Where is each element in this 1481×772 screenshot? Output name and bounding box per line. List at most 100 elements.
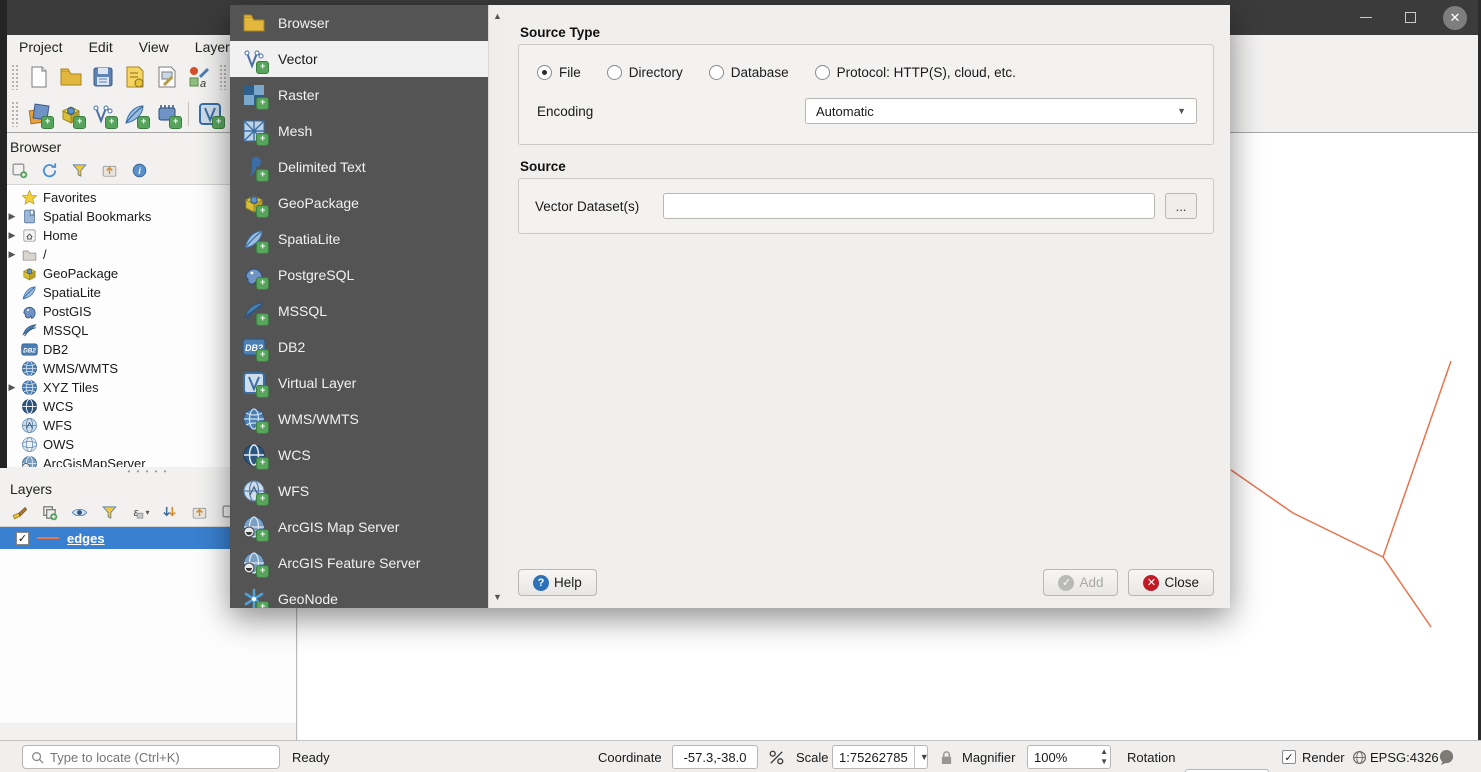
scroll-down-icon[interactable]: ▼: [493, 592, 502, 602]
add-selected-layers-button[interactable]: [8, 160, 30, 180]
open-project-button[interactable]: [55, 62, 87, 92]
tab-virtual-layer[interactable]: Virtual Layer: [230, 365, 488, 401]
message-bubble-icon: [1437, 749, 1456, 766]
menu-view[interactable]: View: [139, 39, 169, 55]
toolbar-handle[interactable]: [219, 64, 227, 90]
locate-search[interactable]: [22, 745, 280, 769]
locate-input[interactable]: [50, 750, 250, 765]
tab-delimited-text[interactable]: Delimited Text: [230, 149, 488, 185]
crs-status-button[interactable]: EPSG:4326: [1352, 741, 1439, 772]
magnifier-spinbox[interactable]: 100% ▲▼: [1027, 745, 1111, 769]
geopackage-icon: [21, 265, 38, 282]
properties-button[interactable]: i: [128, 160, 150, 180]
add-vector-layer-button[interactable]: [87, 99, 119, 129]
expand-icon[interactable]: ▶: [8, 230, 16, 241]
new-mesh-icon: [155, 102, 179, 126]
menu-project[interactable]: Project: [19, 39, 63, 55]
add-group-button[interactable]: [38, 502, 60, 522]
tab-raster[interactable]: Raster: [230, 77, 488, 113]
close-window-button[interactable]: ✕: [1443, 6, 1467, 30]
new-layout-button[interactable]: [119, 62, 151, 92]
tab-browser[interactable]: Browser: [230, 5, 488, 41]
new-virtual-layer-button[interactable]: [194, 99, 226, 129]
wms-tab-icon: [242, 407, 266, 431]
filter-by-expression-button[interactable]: ε▾: [128, 502, 150, 522]
render-toggle[interactable]: ✓ Render: [1282, 741, 1345, 772]
magnifier-label: Magnifier: [962, 741, 1015, 772]
add-button[interactable]: ✓ Add: [1043, 569, 1118, 596]
chevron-down-icon[interactable]: ▼: [914, 746, 934, 768]
style-manager-button[interactable]: a: [183, 62, 215, 92]
maximize-button[interactable]: [1399, 7, 1421, 29]
spatialite-icon: [21, 284, 38, 301]
tab-db2[interactable]: DB2DB2: [230, 329, 488, 365]
tab-wfs[interactable]: WFS: [230, 473, 488, 509]
tab-mssql[interactable]: MSSQL: [230, 293, 488, 329]
menu-layer[interactable]: Layer: [195, 39, 230, 55]
tab-wcs[interactable]: WCS: [230, 437, 488, 473]
close-dialog-button[interactable]: ✕ Close: [1128, 569, 1214, 596]
filter-legend-button[interactable]: [98, 502, 120, 522]
encoding-select[interactable]: Automatic ▼: [805, 98, 1197, 124]
radio-database[interactable]: Database: [709, 65, 789, 80]
scroll-up-icon[interactable]: ▲: [493, 11, 502, 21]
collapse-all-icon: [101, 162, 118, 179]
expand-icon[interactable]: ▶: [8, 211, 16, 222]
window-left-edge: [0, 0, 7, 468]
radio-protocol[interactable]: Protocol: HTTP(S), cloud, etc.: [815, 65, 1016, 80]
expand-icon[interactable]: ▶: [8, 249, 16, 260]
tab-wms-wmts[interactable]: WMS/WMTS: [230, 401, 488, 437]
expand-all-button[interactable]: [158, 502, 180, 522]
new-geopackage-button[interactable]: [55, 99, 87, 129]
raster-tab-icon: [242, 83, 266, 107]
collapse-all-button[interactable]: [98, 160, 120, 180]
layer-visibility-checkbox[interactable]: ✓: [16, 532, 29, 545]
scale-combobox[interactable]: 1:75262785 ▼: [832, 745, 928, 769]
vector-dataset-label: Vector Dataset(s): [535, 199, 653, 214]
tab-geopackage[interactable]: GeoPackage: [230, 185, 488, 221]
lock-scale-button[interactable]: [940, 741, 953, 772]
tab-spatialite[interactable]: SpatiaLite: [230, 221, 488, 257]
open-project-icon: [59, 65, 83, 89]
sidebar-scrollbar[interactable]: ▲ ▼: [488, 5, 508, 608]
radio-directory[interactable]: Directory: [607, 65, 683, 80]
expand-icon[interactable]: ▶: [8, 382, 16, 393]
layout-manager-button[interactable]: [151, 62, 183, 92]
tab-geonode[interactable]: GeoNode: [230, 581, 488, 608]
data-source-manager-dialog: Browser Vector Raster Mesh Delimited Tex…: [230, 5, 1230, 608]
geopackage-tab-icon: [242, 191, 266, 215]
collapse-all-layers-button[interactable]: [188, 502, 210, 522]
render-checkbox[interactable]: ✓: [1282, 750, 1296, 764]
refresh-button[interactable]: [38, 160, 60, 180]
open-layer-styling-button[interactable]: [8, 502, 30, 522]
wcs-tab-icon: [242, 443, 266, 467]
filter-browser-button[interactable]: [68, 160, 90, 180]
toolbar-handle[interactable]: [11, 64, 19, 90]
vector-dataset-input[interactable]: [663, 193, 1155, 219]
browse-button[interactable]: ...: [1165, 193, 1197, 219]
manage-visibility-button[interactable]: [68, 502, 90, 522]
tab-arcgis-map-server[interactable]: ArcGIS Map Server: [230, 509, 488, 545]
menu-edit[interactable]: Edit: [89, 39, 113, 55]
extents-toggle-button[interactable]: [768, 741, 785, 772]
new-geopackage-icon: [59, 102, 83, 126]
save-project-button[interactable]: [87, 62, 119, 92]
messages-button[interactable]: [1437, 741, 1456, 772]
tab-mesh[interactable]: Mesh: [230, 113, 488, 149]
close-dialog-icon: ✕: [1143, 575, 1159, 591]
toolbar-handle[interactable]: [11, 101, 19, 127]
tab-vector[interactable]: Vector: [230, 41, 488, 77]
spinner-arrows-icon[interactable]: ▲▼: [1100, 747, 1108, 767]
new-mesh-button[interactable]: [151, 99, 183, 129]
tab-arcgis-feature-server[interactable]: ArcGIS Feature Server: [230, 545, 488, 581]
add-selected-layers-icon: [11, 162, 28, 179]
layout-manager-icon: [155, 65, 179, 89]
minimize-button[interactable]: [1355, 7, 1377, 29]
coordinate-input[interactable]: -57.3,-38.0: [672, 745, 758, 769]
help-button[interactable]: ? Help: [518, 569, 597, 596]
new-project-button[interactable]: [23, 62, 55, 92]
new-spatialite-button[interactable]: [119, 99, 151, 129]
radio-file[interactable]: File: [537, 65, 581, 80]
tab-postgresql[interactable]: PostgreSQL: [230, 257, 488, 293]
datasource-manager-button[interactable]: [23, 99, 55, 129]
